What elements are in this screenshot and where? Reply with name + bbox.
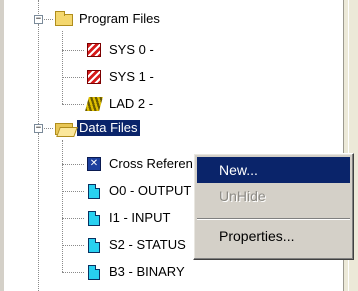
folder-open-icon (55, 120, 73, 136)
tree-node-i1-input[interactable]: I1 - INPUT (85, 208, 172, 228)
data-file-icon (85, 237, 103, 253)
tree-connector (62, 104, 84, 105)
tree-node-label: S2 - STATUS (109, 237, 186, 252)
menu-separator (197, 218, 350, 220)
tree-connector (62, 218, 84, 219)
data-file-icon (85, 264, 103, 280)
data-file-icon (85, 210, 103, 226)
tree-node-cross-reference[interactable]: ✕ Cross Reference (85, 154, 209, 174)
ladder-icon (85, 96, 103, 112)
tree-connector (62, 31, 63, 104)
tree-node-sys-0[interactable]: SYS 0 - (85, 40, 156, 60)
menu-item-unhide[interactable]: UnHide (197, 183, 350, 209)
tree-connector (62, 140, 63, 272)
tree-node-s2-status[interactable]: S2 - STATUS (85, 235, 188, 255)
tree-connector (62, 50, 84, 51)
tree-node-label: I1 - INPUT (109, 210, 171, 225)
window-left-border (0, 0, 4, 291)
tree-node-label: SYS 1 - (109, 69, 154, 84)
tree-connector (62, 77, 84, 78)
tree-node-label: Program Files (79, 11, 160, 26)
tree-connector (38, 133, 39, 291)
tree-node-o0-output[interactable]: O0 - OUTPUT (85, 181, 193, 201)
tree-connector (62, 272, 84, 273)
tree-node-label: O0 - OUTPUT (109, 183, 192, 198)
data-file-icon (85, 183, 103, 199)
folder-closed-icon (55, 11, 73, 27)
menu-item-new[interactable]: New... (197, 157, 350, 183)
tree-node-sys-1[interactable]: SYS 1 - (85, 67, 156, 87)
collapse-data-files-button[interactable]: − (34, 124, 43, 133)
context-menu: New... UnHide Properties... (193, 153, 354, 260)
ladder-system-icon (85, 42, 103, 58)
collapse-program-files-button[interactable]: − (34, 15, 43, 24)
menu-item-properties[interactable]: Properties... (197, 223, 350, 249)
tree-node-data-files[interactable]: Data Files (55, 118, 140, 138)
tree-connector (62, 245, 84, 246)
tree-node-label: SYS 0 - (109, 42, 154, 57)
tree-node-label: Data Files (77, 120, 140, 136)
cross-reference-icon: ✕ (85, 156, 103, 172)
tree-node-lad-2[interactable]: LAD 2 - (85, 94, 155, 114)
tree-connector (38, 24, 39, 128)
ladder-system-icon (85, 69, 103, 85)
tree-node-label: LAD 2 - (109, 96, 154, 111)
tree-node-b3-binary[interactable]: B3 - BINARY (85, 262, 187, 282)
tree-node-program-files[interactable]: Program Files (55, 9, 162, 29)
tree-connector (62, 164, 84, 165)
tree-node-label: B3 - BINARY (109, 264, 185, 279)
tree-connector (62, 191, 84, 192)
